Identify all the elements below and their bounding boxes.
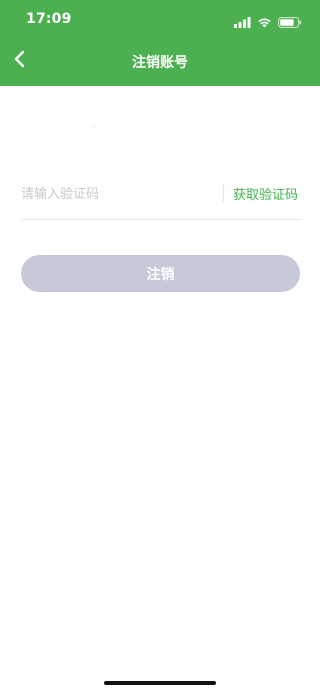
battery-icon — [278, 13, 302, 32]
phone-number-hint: · — [95, 135, 97, 142]
phone-number-masked: - — [93, 123, 96, 130]
cellular-signal-icon — [234, 13, 251, 32]
status-icons — [234, 13, 302, 32]
home-indicator — [104, 681, 216, 685]
status-time: 17:09 — [26, 11, 72, 27]
app-header: 17:09 注销账号 — [0, 0, 320, 86]
wifi-icon — [257, 13, 272, 32]
field-separator — [223, 185, 224, 202]
nav-bar: 注销账号 — [0, 40, 320, 86]
page-title: 注销账号 — [132, 55, 188, 71]
get-code-button[interactable]: 获取验证码 — [233, 184, 298, 203]
verification-code-input[interactable] — [21, 181, 211, 207]
deactivate-button[interactable]: 注销 — [21, 255, 300, 292]
field-underline — [21, 219, 300, 220]
status-bar: 17:09 — [0, 0, 320, 40]
